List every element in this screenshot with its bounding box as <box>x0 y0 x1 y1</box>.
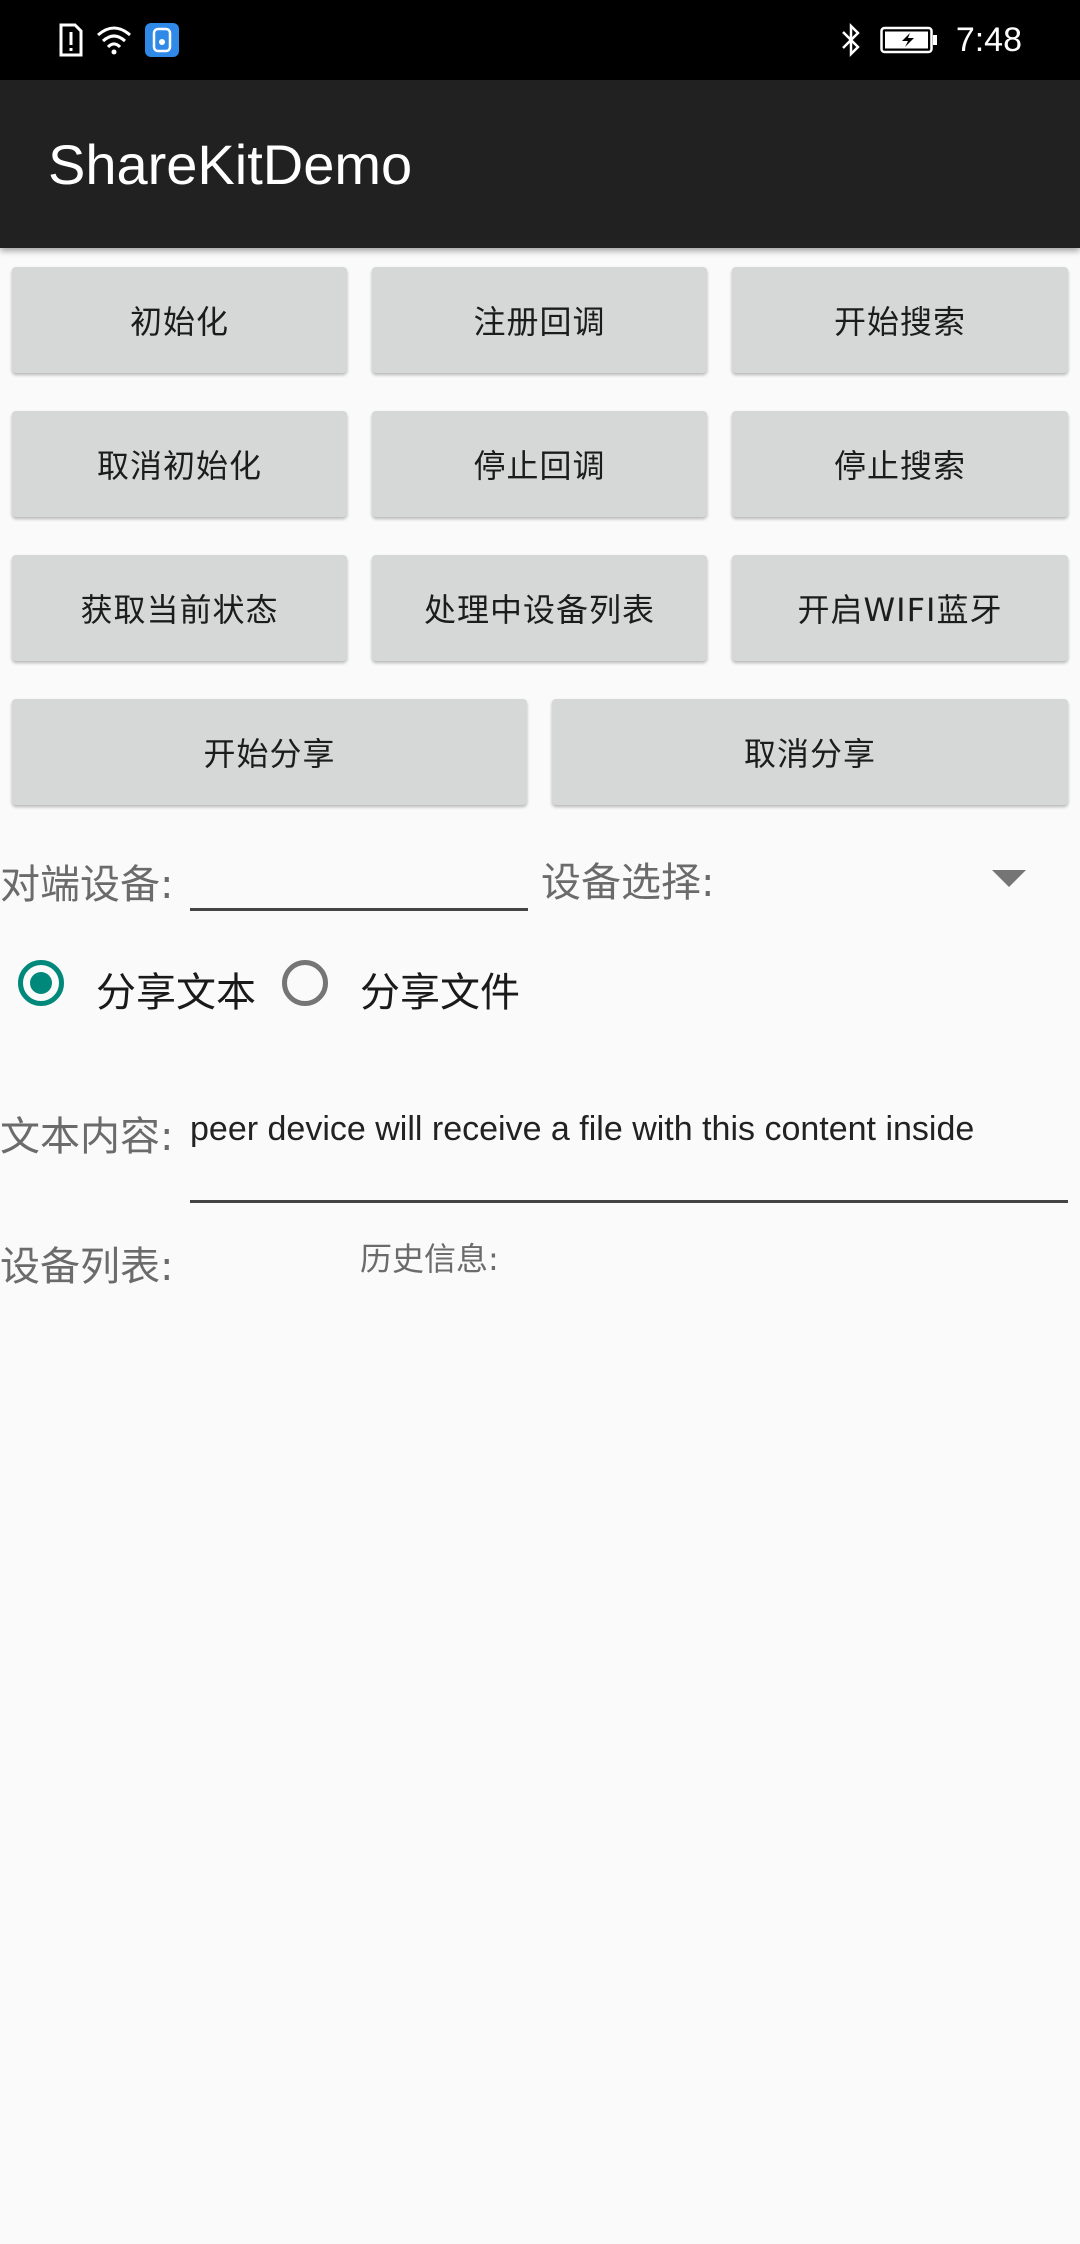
peer-device-input[interactable] <box>190 840 528 906</box>
device-select-label: 设备选择: <box>541 860 715 906</box>
status-bar: 7:48 <box>0 0 1080 80</box>
get-status-button[interactable]: 获取当前状态 <box>12 555 347 661</box>
register-callback-button[interactable]: 注册回调 <box>372 267 707 373</box>
text-content-value: peer device will receive a file with thi… <box>190 1110 975 1148</box>
share-text-label: 分享文本 <box>96 970 256 1016</box>
share-file-radio[interactable]: 分享文件 <box>280 952 540 1018</box>
radio-dot <box>30 972 52 994</box>
battery-charging-icon <box>880 26 937 54</box>
status-left-icons <box>58 20 180 60</box>
share-file-label: 分享文件 <box>360 970 520 1016</box>
text-content-input[interactable]: peer device will receive a file with thi… <box>190 1090 1068 1200</box>
device-select-spinner[interactable] <box>760 850 1060 910</box>
device-list-label: 设备列表: <box>0 1244 174 1290</box>
status-time: 7:48 <box>955 20 1022 59</box>
text-content-underline <box>190 1200 1068 1203</box>
start-share-button[interactable]: 开始分享 <box>12 699 527 805</box>
wifi-icon <box>97 26 131 55</box>
peer-device-underline <box>190 908 528 911</box>
app-title: ShareKitDemo <box>48 133 413 196</box>
history-label: 历史信息: <box>360 1240 499 1278</box>
init-button[interactable]: 初始化 <box>12 267 347 373</box>
share-text-radio[interactable]: 分享文本 <box>16 952 266 1018</box>
start-search-button[interactable]: 开始搜索 <box>732 267 1068 373</box>
processing-devices-button[interactable]: 处理中设备列表 <box>372 555 707 661</box>
dropdown-arrow-icon <box>992 870 1026 887</box>
radio-checked-icon <box>18 960 64 1006</box>
cancel-share-button[interactable]: 取消分享 <box>552 699 1068 805</box>
deinit-button[interactable]: 取消初始化 <box>12 411 347 517</box>
bluetooth-icon <box>841 22 860 58</box>
status-right-icons: 7:48 <box>840 18 1022 62</box>
text-content-label: 文本内容: <box>0 1114 174 1160</box>
app-notification-icon <box>145 23 179 57</box>
radio-unchecked-icon <box>282 960 328 1006</box>
stop-callback-button[interactable]: 停止回调 <box>372 411 707 517</box>
stop-search-button[interactable]: 停止搜索 <box>732 411 1068 517</box>
peer-device-label: 对端设备: <box>0 862 174 908</box>
sim-alert-icon <box>59 23 83 57</box>
enable-wifi-bluetooth-button[interactable]: 开启WIFI蓝牙 <box>732 555 1068 661</box>
app-bar: ShareKitDemo <box>0 80 1080 248</box>
